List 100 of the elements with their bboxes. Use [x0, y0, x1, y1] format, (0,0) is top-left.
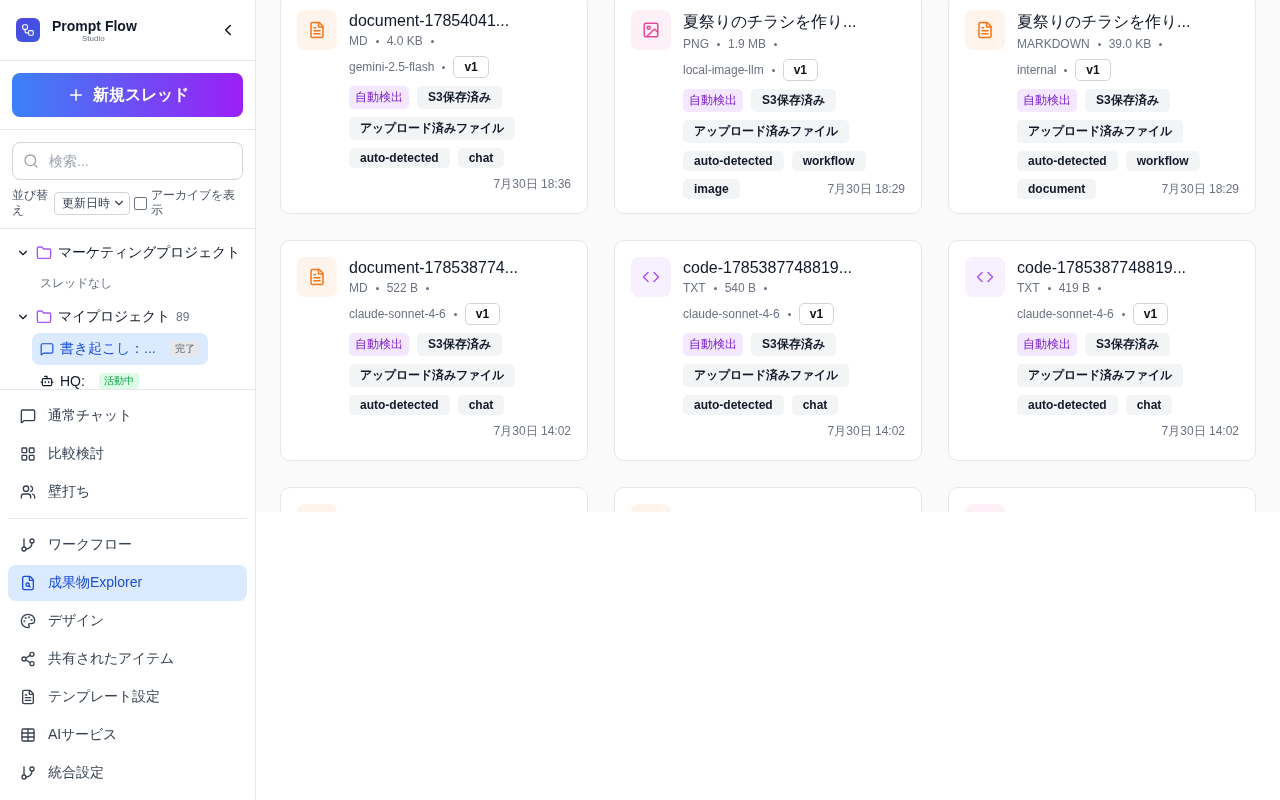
artifact-card[interactable]: 夏祭りのチラシを作り... PNG 1.9 MB local-image-llm v1 自動検出 S3保存済み アップロード済みファイル auto-detected workflow image 7月30日 18:29: [614, 0, 922, 214]
date-text: 7月30日 18:29: [827, 180, 905, 198]
version-badge: v1: [782, 59, 819, 81]
archive-label: アーカイブを表示: [151, 188, 236, 218]
tag: auto-detected: [683, 151, 784, 171]
artifact-card[interactable]: code-1785387748819... TXT 540 B claude-sonnet-4-6 v1 自動検出 S3保存済み アップロード済みファイル auto-detected chat 7月30日 14:02: [614, 240, 922, 461]
tag: chat: [1125, 395, 1173, 415]
nav-item[interactable]: テンプレート設定: [8, 679, 247, 715]
nav-item[interactable]: 比較検討: [8, 436, 247, 472]
tag: auto-detected: [349, 148, 450, 168]
thread-item[interactable]: 書き起こし：... 完了: [32, 333, 208, 365]
date-text: 7月30日 18:29: [1161, 180, 1239, 198]
branch-icon: [20, 537, 36, 553]
artifact-card[interactable]: 夏祭りのチラシを作り... MARKDOWN 39.0 KB internal v1 自動検出 S3保存済み アップロード済みファイル auto-detected workflow document 7月30日 18:29: [948, 0, 1256, 214]
nav-item[interactable]: AIサービス: [8, 717, 247, 753]
separator-dot: [1159, 42, 1163, 46]
file-size: 522 B: [386, 281, 419, 295]
separator-dot: [453, 312, 457, 316]
tag: S3保存済み: [1085, 89, 1170, 112]
file-type: MARKDOWN: [1017, 37, 1090, 51]
nav-item[interactable]: 通常チャット: [8, 398, 247, 434]
file-type: MD: [349, 281, 368, 295]
bot-icon: [40, 374, 54, 388]
artifact-title: 夏祭りのチラシを作り...: [1017, 12, 1192, 32]
file-type: TXT: [683, 281, 706, 295]
nav-item[interactable]: 壁打ち: [8, 474, 247, 510]
nav-item[interactable]: デザイン: [8, 603, 247, 639]
nav-item[interactable]: 共有されたアイテム: [8, 641, 247, 677]
separator-dot: [442, 65, 446, 69]
date-text: 7月30日 14:02: [493, 423, 571, 440]
search-field[interactable]: 検索...: [12, 142, 243, 180]
file-size: 419 B: [1058, 281, 1091, 295]
tag: chat: [457, 395, 505, 415]
tag: auto-detected: [683, 395, 784, 415]
tag: chat: [457, 148, 505, 168]
code-icon: [631, 257, 671, 297]
tag: アップロード済みファイル: [349, 117, 515, 140]
branch-icon: [20, 765, 36, 781]
separator-dot: [1098, 286, 1102, 290]
separator-dot: [375, 39, 379, 43]
tag: auto-detected: [1017, 395, 1118, 415]
separator-dot: [375, 286, 379, 290]
artifact-title: document-178538774...: [349, 259, 519, 277]
artifact-title: code-1785387748819...: [1017, 259, 1188, 277]
sort-select[interactable]: 更新日時: [54, 191, 130, 215]
tag: 自動検出: [1017, 333, 1077, 356]
new-thread-button[interactable]: 新規スレッド: [12, 73, 243, 117]
tag: アップロード済みファイル: [683, 120, 849, 143]
separator-dot: [717, 42, 720, 46]
date-text: 7月30日 18:36: [493, 176, 571, 193]
model-name: claude-sonnet-4-6: [1017, 307, 1114, 321]
nav-item[interactable]: ワークフロー: [8, 527, 247, 563]
thread-count: 89: [176, 310, 190, 324]
version-badge: v1: [1132, 303, 1169, 325]
tag: S3保存済み: [417, 86, 502, 109]
thread-title: HQ:: [60, 373, 85, 389]
separator-dot: [771, 68, 775, 72]
file-type: MD: [349, 34, 368, 48]
thread-item[interactable]: HQ: 活動中: [32, 365, 147, 389]
status-badge: 活動中: [98, 373, 139, 389]
artifact-card[interactable]: document-178538774... MD 522 B claude-sonnet-4-6 v1 自動検出 S3保存済み アップロード済みファイル auto-detected chat 7月30日 14:02: [280, 240, 588, 461]
tag: S3保存済み: [417, 333, 502, 356]
document-icon: [297, 257, 337, 297]
file-size: 39.0 KB: [1108, 37, 1152, 51]
file-size: 540 B: [724, 281, 757, 295]
tag: image: [683, 179, 740, 199]
separator-dot: [713, 286, 717, 290]
tag: アップロード済みファイル: [683, 364, 849, 387]
separator-dot: [426, 286, 430, 290]
separator-dot: [787, 312, 791, 316]
nav-item[interactable]: 成果物Explorer: [8, 565, 247, 601]
model-name: gemini-2.5-flash: [349, 60, 435, 74]
tag: アップロード済みファイル: [1017, 364, 1183, 387]
separator-dot: [764, 286, 768, 290]
artifact-title: code-1785387748819...: [683, 259, 854, 277]
table-icon: [20, 727, 36, 743]
archive-checkbox[interactable]: [134, 196, 147, 210]
users-icon: [20, 484, 36, 500]
file-size: 1.9 MB: [728, 37, 767, 51]
document-icon: [965, 10, 1005, 50]
version-badge: v1: [798, 303, 835, 325]
model-name: internal: [1017, 63, 1057, 77]
separator-dot: [1097, 42, 1101, 46]
tag: 自動検出: [1017, 89, 1077, 112]
nav-item[interactable]: 統合設定: [8, 755, 247, 791]
folder-name[interactable]: マイプロジェクト: [58, 308, 170, 326]
tag: auto-detected: [1017, 151, 1118, 171]
version-badge: v1: [453, 56, 489, 78]
app-logo-icon: [16, 18, 40, 42]
model-name: local-image-llm: [683, 63, 764, 77]
folder-name[interactable]: マーケティングプロジェクト: [58, 244, 240, 262]
date-text: 7月30日 14:02: [1161, 423, 1239, 440]
artifact-card[interactable]: code-1785387748819... TXT 419 B claude-sonnet-4-6 v1 自動検出 S3保存済み アップロード済みファイル auto-detected chat 7月30日 14:02: [948, 240, 1256, 461]
status-badge: 完了: [169, 341, 200, 357]
separator-dot: [1121, 312, 1125, 316]
tag: auto-detected: [349, 395, 450, 415]
version-badge: v1: [464, 303, 501, 325]
artifact-card[interactable]: document-17854041... MD 4.0 KB gemini-2.5-flash v1 自動検出 S3保存済み アップロード済みファイル auto-detected chat 7月30日 18:36: [280, 0, 588, 214]
tag: workflow: [1125, 151, 1200, 171]
tag: 自動検出: [683, 333, 743, 356]
